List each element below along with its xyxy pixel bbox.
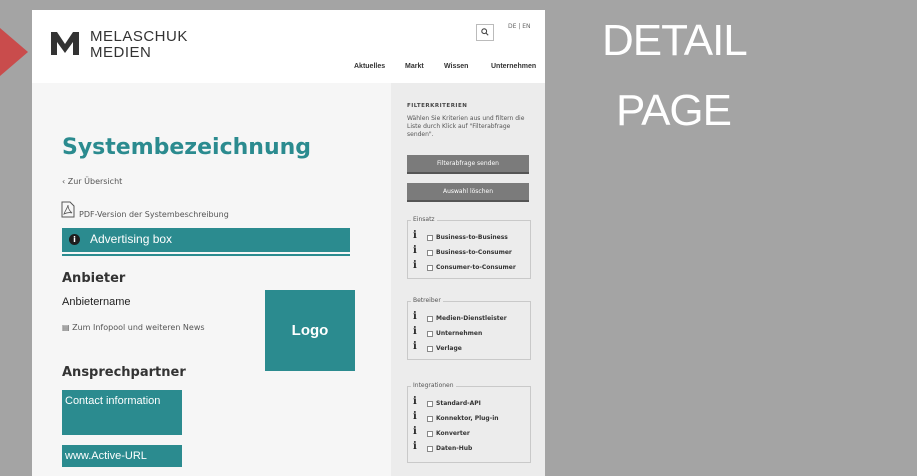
back-link-label: Zur Übersicht (67, 177, 123, 186)
annotation-detail: DETAIL (602, 16, 748, 65)
language-switcher[interactable]: DE | EN (508, 23, 531, 30)
filter-option-label: Konnektor, Plug-in (436, 415, 499, 422)
filter-group-legend: Einsatz (411, 216, 437, 223)
news-icon: ▤ (62, 323, 73, 332)
checkbox[interactable] (427, 331, 433, 337)
search-button[interactable] (476, 24, 494, 41)
red-arrow-marker (0, 28, 28, 76)
provider-logo-placeholder: Logo (265, 290, 355, 371)
checkbox[interactable] (427, 416, 433, 422)
checkbox[interactable] (427, 401, 433, 407)
checkbox[interactable] (427, 431, 433, 437)
info-icon[interactable]: i (413, 411, 417, 422)
filter-option-label: Business-to-Business (436, 234, 508, 241)
brand-name-line2: MEDIEN (90, 44, 152, 61)
page-mockup: MELASCHUK MEDIEN DE | EN Aktuelles Markt… (32, 10, 545, 476)
filter-group-legend: Integrationen (411, 382, 456, 389)
checkbox[interactable] (427, 235, 433, 241)
site-header: MELASCHUK MEDIEN DE | EN Aktuelles Markt… (32, 10, 545, 83)
nav-markt[interactable]: Markt (405, 63, 424, 70)
filter-option-label: Unternehmen (436, 330, 483, 337)
contact-information-label: Contact information (65, 395, 161, 407)
ansprechpartner-heading: Ansprechpartner (62, 365, 186, 380)
info-icon[interactable]: i (413, 341, 417, 352)
filter-group-betreiber: Betreiber i Medien-Dienstleister i Unterne… (407, 297, 531, 360)
send-filter-button[interactable]: Filterabfrage senden (407, 155, 529, 174)
advertising-box-label: Advertising box (90, 232, 173, 246)
pdf-icon (61, 201, 75, 218)
advertising-box[interactable]: i Advertising box (62, 228, 350, 252)
checkbox[interactable] (427, 250, 433, 256)
main-content: Systembezeichnung ‹ Zur Übersicht PDF-Ve… (32, 83, 391, 476)
filter-option-label: Medien-Dienstleister (436, 315, 507, 322)
annotation-page: PAGE (616, 86, 732, 135)
filter-option-label: Verlage (436, 345, 462, 352)
contact-information-box: Contact information (62, 390, 182, 435)
pdf-download-link[interactable]: PDF-Version der Systembeschreibung (79, 210, 229, 219)
info-icon[interactable]: i (413, 260, 417, 271)
nav-aktuelles[interactable]: Aktuelles (354, 63, 385, 70)
infopool-link-label: Zum Infopool und weiteren News (72, 323, 205, 332)
filter-group-einsatz: Einsatz i Business-to-Business i Business-… (407, 216, 531, 279)
checkbox[interactable] (427, 316, 433, 322)
checkbox[interactable] (427, 446, 433, 452)
advertising-box-underline (62, 254, 350, 256)
filter-description: Wählen Sie Kriterien aus und filtern die… (407, 115, 525, 138)
info-icon[interactable]: i (413, 396, 417, 407)
filter-option-label: Standard-API (436, 400, 481, 407)
search-icon (481, 28, 489, 36)
page-title: Systembezeichnung (62, 135, 312, 160)
checkbox[interactable] (427, 346, 433, 352)
info-icon[interactable]: i (413, 230, 417, 241)
active-url-label: www.Active-URL (65, 450, 147, 462)
clear-selection-button[interactable]: Auswahl löschen (407, 183, 529, 202)
info-icon[interactable]: i (413, 245, 417, 256)
nav-wissen[interactable]: Wissen (444, 63, 468, 70)
info-icon[interactable]: i (413, 311, 417, 322)
back-link[interactable]: ‹ Zur Übersicht (62, 177, 122, 186)
filter-option-label: Consumer-to-Consumer (436, 264, 516, 271)
brand-name-line1: MELASCHUK (90, 28, 188, 45)
melaschuk-logo-icon (51, 32, 79, 55)
filter-group-legend: Betreiber (411, 297, 443, 304)
filter-option-label: Daten-Hub (436, 445, 473, 452)
checkbox[interactable] (427, 265, 433, 271)
infopool-link[interactable]: ▤ Zum Infopool und weiteren News (62, 323, 205, 332)
info-icon[interactable]: i (413, 426, 417, 437)
anbieter-name: Anbietername (62, 296, 131, 308)
nav-unternehmen[interactable]: Unternehmen (491, 63, 536, 70)
info-icon: i (69, 234, 80, 245)
info-icon[interactable]: i (413, 441, 417, 452)
active-url-link[interactable]: www.Active-URL (62, 445, 182, 467)
filter-group-integrationen: Integrationen i Standard-API i Konnektor, … (407, 382, 531, 463)
anbieter-heading: Anbieter (62, 271, 126, 286)
filter-option-label: Business-to-Consumer (436, 249, 512, 256)
filter-title: FILTERKRITERIEN (407, 103, 468, 109)
filter-sidebar: FILTERKRITERIEN Wählen Sie Kriterien aus… (391, 83, 545, 476)
filter-option-label: Konverter (436, 430, 470, 437)
info-icon[interactable]: i (413, 326, 417, 337)
